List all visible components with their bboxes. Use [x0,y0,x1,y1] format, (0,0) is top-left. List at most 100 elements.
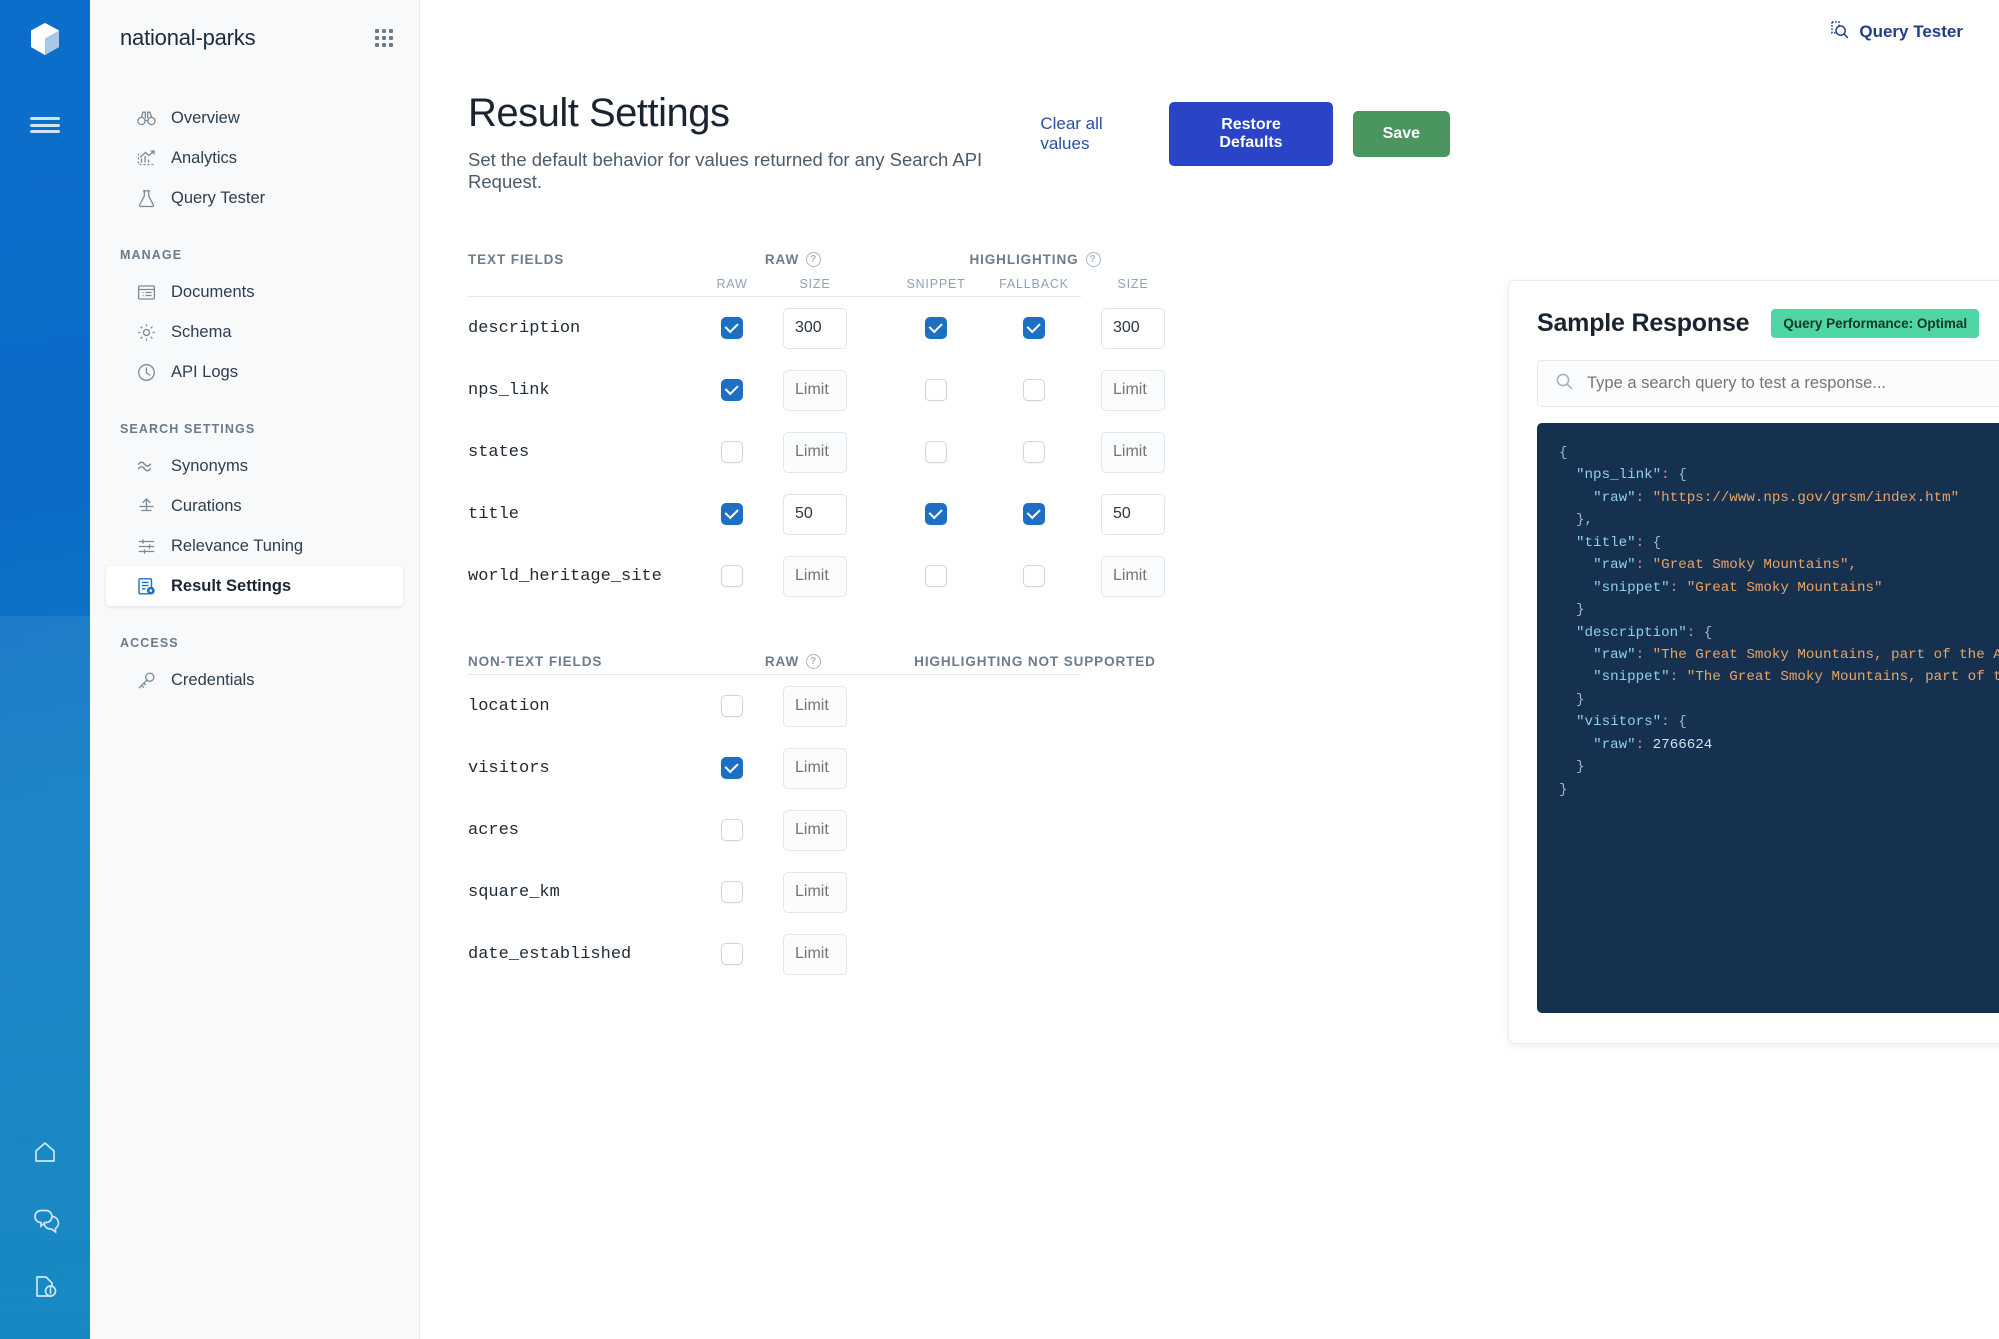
sidebar-item-documents[interactable]: Documents [106,272,403,312]
fallback-checkbox[interactable] [1023,317,1045,339]
top-bar: Query Tester [420,0,1999,64]
raw-size-input[interactable] [783,809,847,851]
sliders-icon [136,536,157,557]
highlighting-group-header: HIGHLIGHTING ? [888,252,1182,267]
sample-response-searchbox[interactable] [1537,360,1999,407]
restore-defaults-button[interactable]: Restore Defaults [1169,102,1333,166]
sidebar-item-api-logs[interactable]: API Logs [106,352,403,392]
sidebar-item-analytics[interactable]: Analytics [106,138,403,178]
snippet-checkbox[interactable] [925,565,947,587]
sidebar-item-relevance-tuning[interactable]: Relevance Tuning [106,526,403,566]
help-circle-icon[interactable]: ? [1085,252,1101,267]
raw-size-input[interactable] [783,431,847,473]
sidebar-item-credentials[interactable]: Credentials [106,660,403,700]
page-title: Result Settings [468,91,730,135]
table-row: states [468,421,1165,483]
raw-size-input[interactable] [783,369,847,411]
sidebar-item-schema[interactable]: Schema [106,312,403,352]
home-icon[interactable] [28,1135,62,1169]
help-circle-icon[interactable]: ? [806,252,822,267]
grid-apps-icon[interactable] [375,29,393,47]
snippet-checkbox[interactable] [925,441,947,463]
highlight-size-input[interactable] [1101,555,1165,597]
sidebar-item-query-tester[interactable]: Query Tester [106,178,403,218]
col-size-label: SIZE [799,277,831,291]
table-row: visitors [468,737,1081,799]
sidebar-group-manage: MANAGE [120,248,183,262]
raw-checkbox[interactable] [721,881,743,903]
snippet-checkbox[interactable] [925,317,947,339]
app-root: national-parks Overview Analytics Query … [0,0,1999,1339]
result-settings-icon [136,576,157,597]
fallback-checkbox[interactable] [1023,379,1045,401]
search-icon [1555,372,1574,396]
raw-size-input[interactable] [783,747,847,789]
raw-size-input[interactable] [783,685,847,727]
clear-all-values-button[interactable]: Clear all values [1040,114,1149,154]
sidebar-header: national-parks [90,18,419,58]
cube-logo-icon[interactable] [22,16,68,62]
raw-checkbox[interactable] [721,943,743,965]
sidebar-item-result-settings[interactable]: Result Settings [106,566,403,606]
chart-up-icon [136,148,157,169]
highlight-size-input[interactable] [1101,431,1165,473]
raw-checkbox[interactable] [721,441,743,463]
help-circle-icon[interactable]: ? [806,654,822,669]
sidebar-group-search-settings: SEARCH SETTINGS [120,422,256,436]
raw-size-input[interactable] [783,493,847,535]
raw-checkbox[interactable] [721,819,743,841]
raw-group-header: RAW ? [698,252,888,267]
sample-response-title: Sample Response [1537,309,1750,337]
sample-response-panel: Sample Response Query Performance: Optim… [1508,280,1999,1044]
highlight-size-input[interactable] [1101,307,1165,349]
sidebar-item-overview[interactable]: Overview [106,98,403,138]
sidebar-item-curations[interactable]: Curations [106,486,403,526]
raw-checkbox[interactable] [721,757,743,779]
settings-column: Result Settings Set the default behavior… [468,90,1478,1044]
highlight-size-input[interactable] [1101,369,1165,411]
raw-size-input[interactable] [783,555,847,597]
table-row: location [468,675,1081,737]
raw-size-input[interactable] [783,871,847,913]
raw-checkbox[interactable] [721,503,743,525]
fallback-checkbox[interactable] [1023,565,1045,587]
sample-response-code-block: { "nps_link": { "raw": "https://www.nps.… [1537,423,1999,1013]
snippet-checkbox[interactable] [925,503,947,525]
page-subtitle: Set the default behavior for values retu… [468,149,983,192]
fallback-checkbox[interactable] [1023,503,1045,525]
non-text-fields-table: NON-TEXT FIELDS RAW ? HIGHLIGHTING NOT S… [468,645,1155,985]
field-name: nps_link [468,380,550,400]
document-info-icon[interactable] [28,1269,62,1303]
search-input[interactable] [1587,374,1999,393]
main-content: Query Tester Result Settings Set the def… [420,0,1999,1339]
raw-checkbox[interactable] [721,317,743,339]
left-nav-rail [0,0,90,1339]
sidebar-item-label: Credentials [171,670,255,689]
highlight-size-input[interactable] [1101,493,1165,535]
sidebar-item-label: Result Settings [171,576,292,595]
raw-checkbox[interactable] [721,379,743,401]
highlighting-group-label: HIGHLIGHTING [969,252,1079,267]
raw-checkbox[interactable] [721,695,743,717]
save-button[interactable]: Save [1352,111,1450,157]
sidebar-group-access: ACCESS [120,636,179,650]
status-badge: Query Performance: Optimal [1771,309,1980,338]
sidebar-item-synonyms[interactable]: Synonyms [106,446,403,486]
raw-size-input[interactable] [783,933,847,975]
sidebar-item-label: Documents [171,282,255,301]
document-list-icon [136,282,157,303]
snippet-checkbox[interactable] [925,379,947,401]
query-tester-button[interactable]: Query Tester [1829,19,1963,45]
field-name: date_established [468,944,632,964]
fallback-checkbox[interactable] [1023,441,1045,463]
text-fields-group-header: TEXT FIELDS RAW ? HIGHLIGHTING ? [468,245,1101,267]
hamburger-menu-icon[interactable] [25,110,65,140]
rail-bottom-icons [0,1135,90,1303]
col-raw-label: RAW [716,277,748,291]
col-snippet-label: SNIPPET [906,277,966,291]
raw-checkbox[interactable] [721,565,743,587]
raw-size-input[interactable] [783,307,847,349]
field-name: title [468,504,520,524]
chat-feedback-icon[interactable] [28,1202,62,1236]
sidebar-item-label: Relevance Tuning [171,536,304,555]
